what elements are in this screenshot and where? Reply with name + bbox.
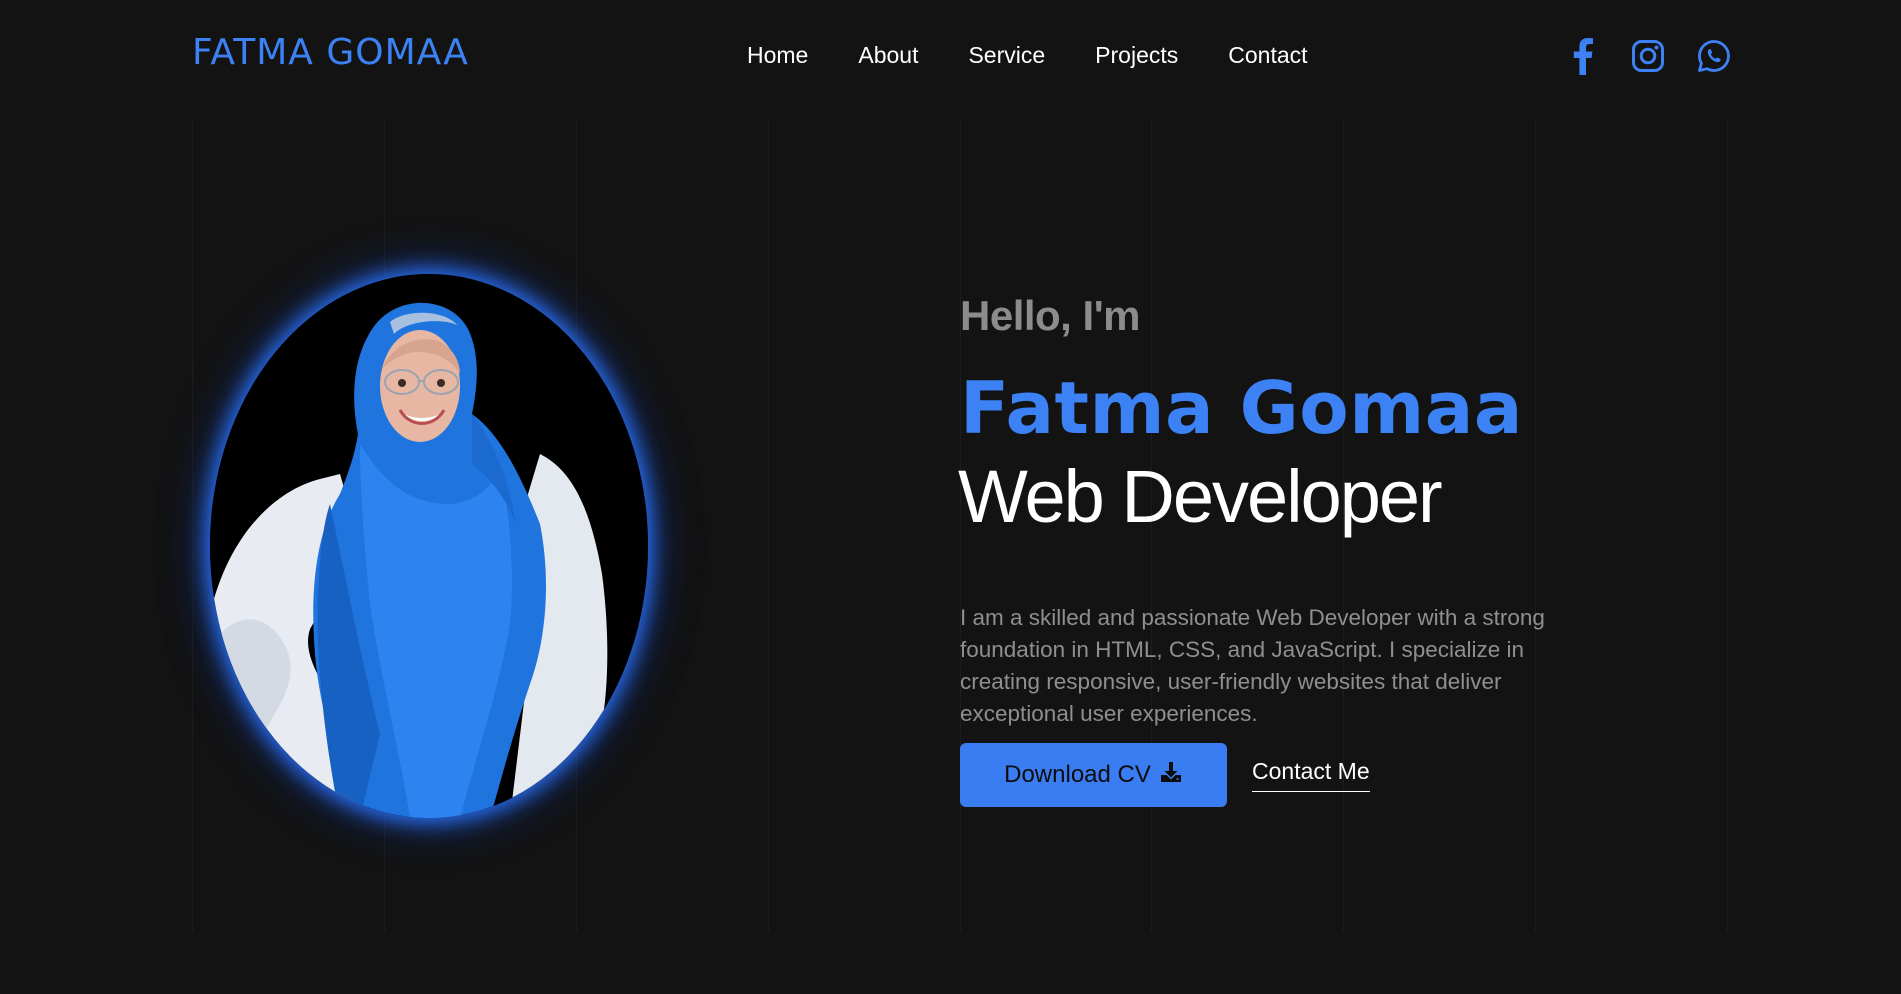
contact-me-link[interactable]: Contact Me (1252, 758, 1370, 792)
facebook-icon[interactable] (1562, 36, 1602, 76)
nav-projects[interactable]: Projects (1095, 42, 1178, 69)
brand-logo[interactable]: FATMA GOMAA (192, 32, 469, 73)
social-links (1562, 36, 1760, 76)
hero-name: Fatma Gomaa (960, 366, 1523, 450)
hero-role: Web Developer (958, 455, 1443, 538)
main-nav: Home About Service Projects Contact (747, 42, 1358, 69)
page: FATMA GOMAA Home About Service Projects … (0, 0, 1901, 994)
site-header: FATMA GOMAA Home About Service Projects … (0, 0, 1901, 115)
whatsapp-icon[interactable] (1694, 36, 1734, 76)
nav-about[interactable]: About (858, 42, 918, 69)
nav-home[interactable]: Home (747, 42, 808, 69)
nav-service[interactable]: Service (968, 42, 1045, 69)
greeting-text: Hello, I'm (960, 292, 1141, 339)
nav-contact[interactable]: Contact (1228, 42, 1307, 69)
download-cv-label: Download CV (1004, 761, 1151, 788)
hero-bio: I am a skilled and passionate Web Develo… (960, 604, 1545, 726)
profile-photo (210, 274, 648, 818)
download-icon (1159, 760, 1183, 791)
download-cv-button[interactable]: Download CV (960, 743, 1227, 807)
instagram-icon[interactable] (1628, 36, 1668, 76)
